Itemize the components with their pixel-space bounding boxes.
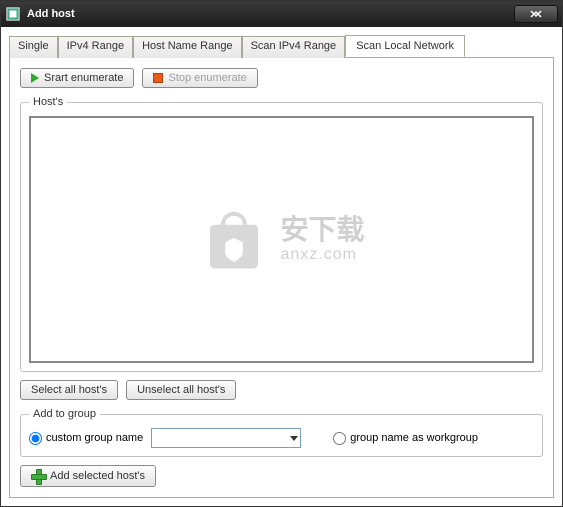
watermark: 安下载 anxz.com bbox=[198, 205, 364, 275]
custom-group-combo[interactable] bbox=[151, 428, 301, 448]
stop-enumerate-label: Stop enumerate bbox=[168, 72, 246, 84]
add-to-group: Add to group custom group name group nam… bbox=[20, 408, 543, 457]
stop-icon bbox=[153, 73, 163, 83]
radio-workgroup-input[interactable] bbox=[333, 432, 346, 445]
stop-enumerate-button: Stop enumerate bbox=[142, 68, 257, 88]
tab-strip: Single IPv4 Range Host Name Range Scan I… bbox=[9, 35, 554, 58]
titlebar[interactable]: Add host bbox=[1, 1, 562, 27]
add-selected-button[interactable]: Add selected host's bbox=[20, 465, 156, 487]
start-enumerate-button[interactable]: Srart enumerate bbox=[20, 68, 134, 88]
radio-custom-group[interactable]: custom group name bbox=[29, 432, 143, 445]
close-button[interactable] bbox=[514, 5, 558, 23]
hosts-listbox[interactable]: 安下载 anxz.com bbox=[29, 116, 534, 363]
unselect-all-label: Unselect all host's bbox=[137, 384, 225, 396]
tab-panel-scan-local: Srart enumerate Stop enumerate Host's bbox=[9, 58, 554, 498]
dialog-content: Single IPv4 Range Host Name Range Scan I… bbox=[1, 27, 562, 506]
watermark-main: 安下载 bbox=[280, 215, 364, 246]
start-enumerate-label: Srart enumerate bbox=[44, 72, 123, 84]
radio-workgroup[interactable]: group name as workgroup bbox=[333, 432, 478, 445]
radio-custom-label: custom group name bbox=[46, 432, 143, 444]
select-row: Select all host's Unselect all host's bbox=[20, 380, 543, 400]
unselect-all-button[interactable]: Unselect all host's bbox=[126, 380, 236, 400]
enumerate-row: Srart enumerate Stop enumerate bbox=[20, 68, 543, 88]
window-title: Add host bbox=[27, 8, 514, 20]
tab-ipv4-range[interactable]: IPv4 Range bbox=[58, 36, 133, 58]
watermark-sub: anxz.com bbox=[280, 246, 364, 264]
hosts-legend: Host's bbox=[29, 96, 67, 108]
bag-icon bbox=[198, 205, 268, 275]
chevron-down-icon bbox=[290, 436, 298, 441]
tab-scan-local-network[interactable]: Scan Local Network bbox=[345, 35, 465, 57]
play-icon bbox=[31, 73, 39, 83]
radio-custom-input[interactable] bbox=[29, 432, 42, 445]
app-icon bbox=[5, 6, 21, 22]
add-to-group-legend: Add to group bbox=[29, 408, 100, 420]
dialog-window: Add host Single IPv4 Range Host Name Ran… bbox=[0, 0, 563, 507]
add-row: Add selected host's bbox=[20, 465, 543, 487]
add-selected-label: Add selected host's bbox=[50, 470, 145, 482]
radio-workgroup-label: group name as workgroup bbox=[350, 432, 478, 444]
tab-single[interactable]: Single bbox=[9, 36, 58, 58]
plus-icon bbox=[31, 469, 45, 483]
tab-hostname-range[interactable]: Host Name Range bbox=[133, 36, 242, 58]
select-all-label: Select all host's bbox=[31, 384, 107, 396]
select-all-button[interactable]: Select all host's bbox=[20, 380, 118, 400]
tab-scan-ipv4-range[interactable]: Scan IPv4 Range bbox=[242, 36, 346, 58]
hosts-group: Host's 安下载 anxz.com bbox=[20, 96, 543, 372]
